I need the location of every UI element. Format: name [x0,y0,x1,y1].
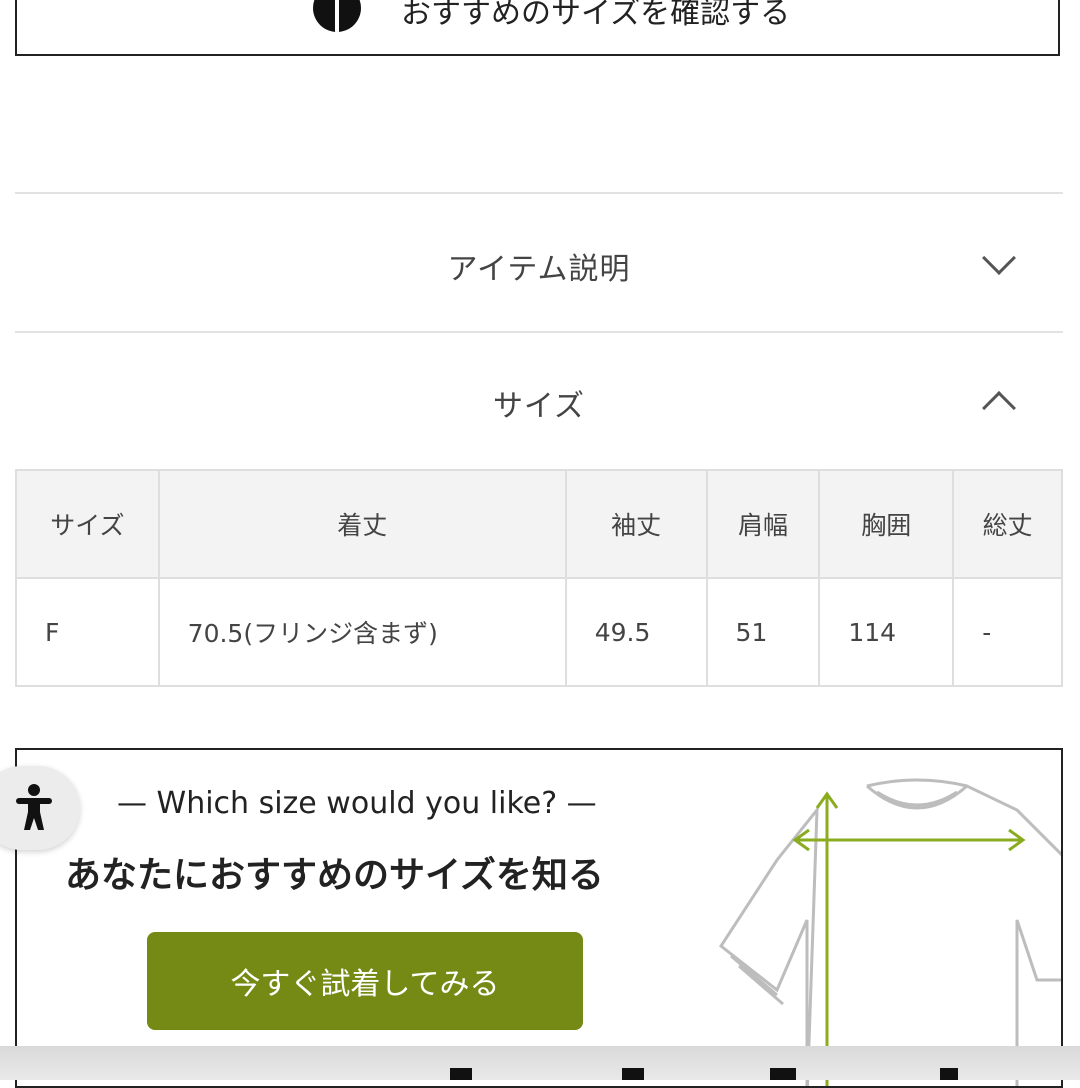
table-header-cell: 袖丈 [564,469,708,579]
table-header-cell: 胸囲 [818,469,955,579]
bottom-navigation-bar [0,1046,1080,1080]
nav-icon[interactable] [770,1068,796,1080]
table-header-cell: サイズ [15,469,160,579]
try-on-button[interactable]: 今すぐ試着してみる [147,932,583,1030]
recommended-size-button-label: おすすめのサイズを確認する [401,0,791,31]
table-cell: 51 [705,577,821,687]
table-cell: 114 [818,577,955,687]
table-header-cell: 着丈 [157,469,567,579]
table-row: F 70.5(フリンジ含まず) 49.5 51 114 - [15,577,1063,687]
nav-icon[interactable] [940,1068,958,1080]
size-table: サイズ 着丈 袖丈 肩幅 胸囲 総丈 F 70.5(フリンジ含まず) 49.5 … [15,469,1063,687]
promo-heading: あなたにおすすめのサイズを知る [65,855,604,896]
promo-subtitle: — Which size would you like? — [117,786,597,821]
table-cell: F [15,577,160,687]
table-cell: 49.5 [564,577,708,687]
table-header-cell: 肩幅 [705,469,821,579]
accessibility-button[interactable] [0,766,80,850]
accordion-size-title: サイズ [492,389,586,424]
recommended-size-button[interactable]: おすすめのサイズを確認する [15,0,1060,56]
half-circle-icon [313,0,361,32]
accordion-item-description-title: アイテム説明 [447,252,631,287]
table-header-row: サイズ 着丈 袖丈 肩幅 胸囲 総丈 [15,469,1063,579]
t-shirt-measurement-illustration [718,778,1061,1086]
accessibility-person-icon [16,784,52,830]
size-recommendation-banner: — Which size would you like? — あなたにおすすめの… [15,748,1063,1088]
nav-icon[interactable] [450,1068,472,1080]
nav-icon[interactable] [622,1068,644,1080]
table-cell: - [952,577,1063,687]
table-header-cell: 総丈 [952,469,1063,579]
table-cell: 70.5(フリンジ含まず) [157,577,567,687]
